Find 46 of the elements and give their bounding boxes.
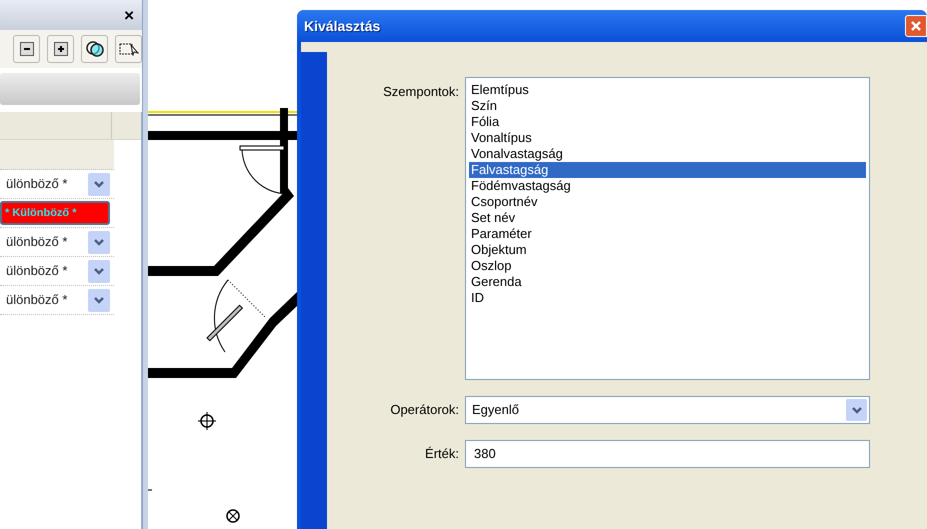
list-item[interactable]: Vonalvastagság bbox=[469, 146, 866, 162]
field-label: Operátorok: bbox=[389, 401, 459, 420]
chevron-down-icon bbox=[94, 268, 104, 274]
zoom-out-button[interactable] bbox=[13, 35, 40, 63]
select-button[interactable] bbox=[115, 35, 142, 63]
chevron-down-icon bbox=[94, 238, 104, 246]
value-field[interactable]: 380 bbox=[465, 440, 870, 468]
list-item[interactable]: Vonaltípus bbox=[469, 130, 866, 146]
dropdown-button[interactable] bbox=[88, 260, 110, 282]
zoom-in-button[interactable] bbox=[47, 35, 74, 63]
overlap-button[interactable] bbox=[81, 35, 108, 63]
field-label: Érték: bbox=[424, 445, 459, 464]
list-item[interactable]: Födémvastagság bbox=[469, 178, 866, 194]
operator-dropdown[interactable]: Egyenlő bbox=[465, 396, 870, 424]
property-value: ülönböző * bbox=[6, 233, 68, 252]
close-button[interactable]: × bbox=[124, 6, 134, 24]
list-item[interactable]: Gerenda bbox=[469, 274, 866, 290]
chevron-down-icon bbox=[94, 296, 104, 304]
selection-cursor-icon bbox=[118, 42, 138, 56]
overlapping-circles-icon bbox=[86, 40, 104, 58]
list-item[interactable]: Elemtípus bbox=[469, 82, 866, 98]
chevron-down-icon bbox=[852, 406, 862, 414]
property-value: ülönböző * bbox=[6, 291, 68, 310]
property-value: ülönböző * bbox=[6, 262, 68, 280]
list-item[interactable]: Falvastagság bbox=[469, 162, 866, 178]
list-item[interactable]: Objektum bbox=[469, 242, 866, 258]
list-item[interactable]: Oszlop bbox=[469, 258, 866, 274]
minus-icon bbox=[20, 42, 34, 56]
list-item[interactable]: Set név bbox=[469, 210, 866, 226]
dialog-title: Kiválasztás bbox=[304, 16, 380, 36]
property-value: ülönböző * bbox=[6, 175, 68, 194]
close-button[interactable] bbox=[905, 15, 927, 37]
dropdown-button[interactable] bbox=[88, 230, 110, 254]
criteria-list[interactable]: Elemtípus Szín Fólia Vonaltípus Vonalvastagság Falvastagság Födémvastagság Csoportnév Set név Paraméter Objektum Oszlop Gerenda ID bbox=[465, 77, 870, 380]
dropdown-button[interactable] bbox=[88, 172, 110, 196]
list-item[interactable]: ID bbox=[469, 290, 866, 306]
list-item[interactable]: Paraméter bbox=[469, 226, 866, 242]
plus-icon bbox=[54, 42, 68, 56]
list-item[interactable]: Csoportnév bbox=[469, 194, 866, 210]
dropdown-button[interactable] bbox=[846, 399, 867, 421]
list-item[interactable]: Fólia bbox=[469, 114, 866, 130]
chevron-down-icon bbox=[94, 180, 104, 188]
dropdown-button[interactable] bbox=[88, 288, 110, 312]
field-label: Szempontok: bbox=[382, 83, 459, 101]
close-icon bbox=[910, 20, 922, 32]
list-item[interactable]: Szín bbox=[469, 98, 866, 114]
